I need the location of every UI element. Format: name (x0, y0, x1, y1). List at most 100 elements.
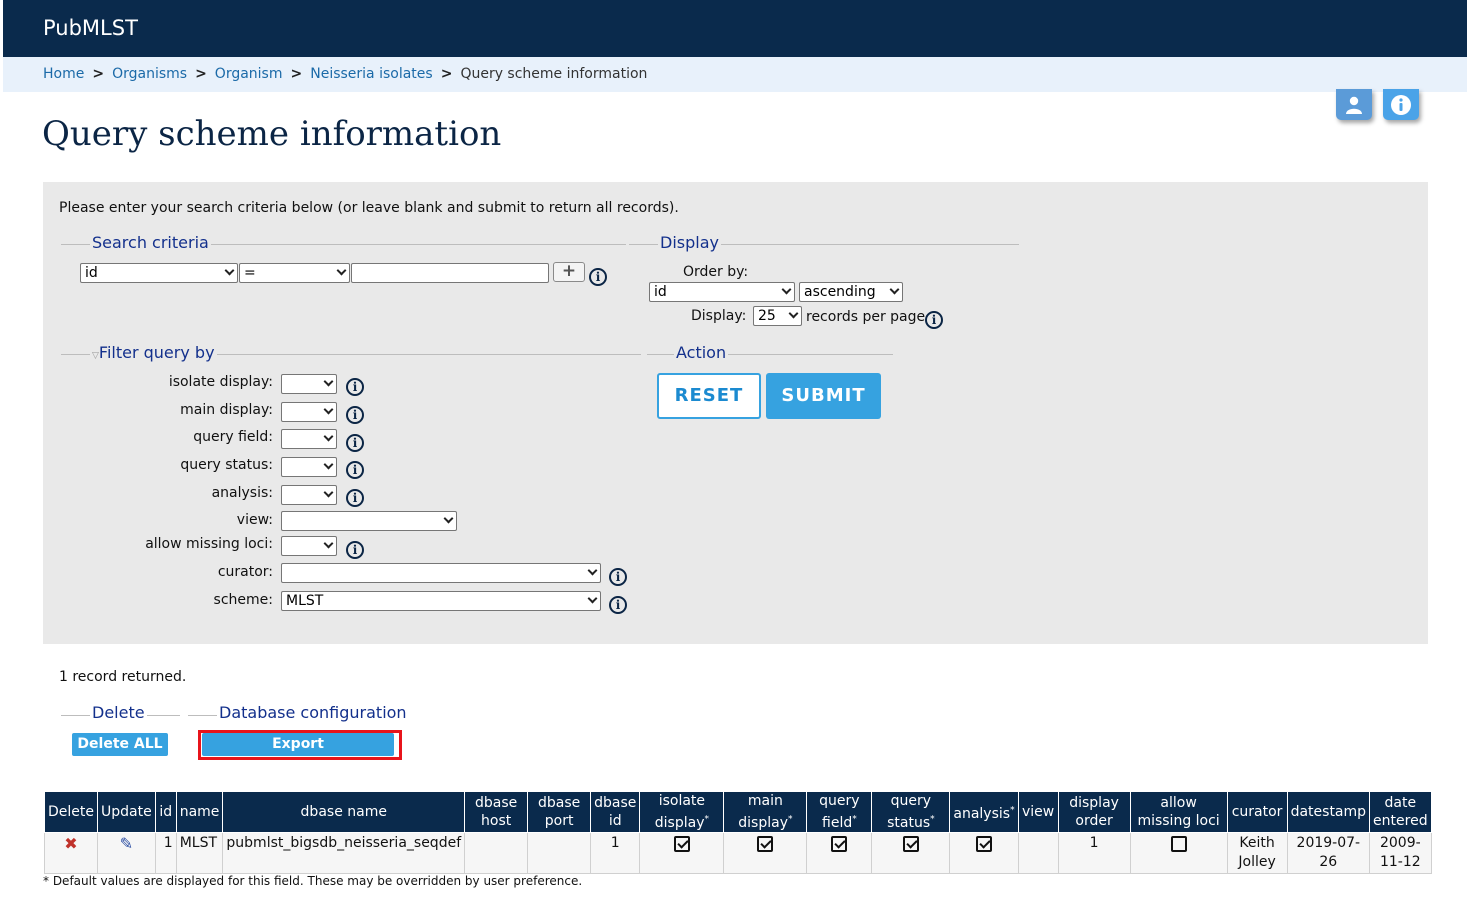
col-dbase-host[interactable]: dbase host (464, 791, 529, 833)
col-name[interactable]: name (175, 791, 224, 833)
col-dbase-port-label: dbase port (537, 794, 581, 829)
breadcrumb-organism[interactable]: Organism (215, 66, 283, 82)
col-dbase-id-label: dbase id (594, 794, 637, 829)
curator-select[interactable] (281, 563, 601, 583)
query-status-cell (871, 831, 951, 874)
col-display-order[interactable]: display order (1057, 791, 1131, 833)
col-id[interactable]: id (154, 791, 177, 833)
col-delete-label: Delete (48, 803, 94, 820)
col-dbase-id[interactable]: dbase id (590, 791, 641, 833)
info-icon[interactable]: i (609, 568, 627, 586)
query-field-select[interactable] (281, 429, 337, 449)
view-select[interactable] (281, 511, 457, 531)
col-query-field[interactable]: query field* (806, 791, 873, 833)
display-count-label: Display: (691, 308, 747, 324)
col-delete[interactable]: Delete (44, 791, 98, 833)
info-icon[interactable]: i (346, 406, 364, 424)
action-legend: Action (674, 343, 729, 362)
search-field-value: id (85, 265, 98, 281)
info-icon (1391, 94, 1411, 115)
delete-legend: Delete (90, 703, 147, 722)
delete-all-button[interactable]: Delete ALL (72, 733, 168, 756)
records-per-page-label: records per page (806, 309, 926, 325)
site-brand[interactable]: PubMLST (43, 16, 138, 40)
allow-missing-loci-cell (1129, 831, 1228, 874)
analysis-select[interactable] (281, 485, 337, 505)
dbase-name-cell: pubmlst_bigsdb_neisseria_seqdef (222, 831, 466, 874)
info-icon[interactable]: i (609, 596, 627, 614)
col-id-label: id (159, 803, 173, 820)
col-dbase-name[interactable]: dbase name (222, 791, 466, 833)
checkbox-checked-icon (902, 835, 919, 852)
chevron-down-icon (336, 265, 347, 276)
col-date-entered-label: date entered (1373, 794, 1428, 829)
info-icon[interactable]: i (346, 378, 364, 396)
dbase-host-cell (464, 831, 529, 874)
page-title: Query scheme information (42, 114, 502, 154)
info-icon[interactable]: i (346, 489, 364, 507)
isolate-display-select[interactable] (281, 374, 337, 394)
breadcrumb-current: Query scheme information (460, 66, 648, 82)
info-button[interactable] (1383, 89, 1419, 120)
col-dbase-host-label: dbase host (474, 794, 518, 829)
info-icon[interactable]: i (346, 461, 364, 479)
search-field-select[interactable]: id (80, 263, 238, 283)
info-icon[interactable]: i (346, 541, 364, 559)
col-main-display[interactable]: main display* (723, 791, 808, 833)
chevron-down-icon (323, 487, 334, 498)
search-value-input[interactable] (351, 263, 549, 283)
add-criteria-button[interactable]: + (553, 262, 585, 282)
col-query-status-label: query status* (887, 793, 935, 831)
query-field-cell (806, 831, 873, 874)
allow-missing-loci-select[interactable] (281, 536, 337, 556)
info-icon[interactable]: i (346, 434, 364, 452)
col-curator[interactable]: curator (1226, 791, 1288, 833)
col-view-label: view (1021, 803, 1055, 820)
info-icon[interactable]: i (925, 311, 943, 329)
reset-button[interactable]: RESET (657, 373, 761, 419)
checkbox-checked-icon (673, 835, 690, 852)
breadcrumb-neisseria-isolates[interactable]: Neisseria isolates (310, 66, 432, 82)
user-button[interactable] (1336, 89, 1372, 120)
form-intro: Please enter your search criteria below … (59, 200, 679, 216)
submit-button[interactable]: SUBMIT (766, 373, 881, 419)
display-legend: Display (658, 233, 721, 252)
col-dbase-name-label: dbase name (300, 803, 387, 820)
delete-icon[interactable]: ✖ (64, 834, 77, 853)
filter-label: query status: (180, 457, 273, 473)
checkbox-checked-icon (757, 835, 774, 852)
col-isolate-display[interactable]: isolate display* (639, 791, 725, 833)
filter-label: main display: (180, 402, 273, 418)
pencil-icon[interactable]: ✎ (120, 834, 133, 853)
top-navbar: PubMLST (3, 0, 1467, 57)
direction-select[interactable]: ascending (799, 282, 903, 302)
isolate-display-cell (639, 831, 725, 874)
col-query-status[interactable]: query status* (871, 791, 951, 833)
col-view[interactable]: view (1017, 791, 1059, 833)
query-status-select[interactable] (281, 457, 337, 477)
col-datestamp[interactable]: datestamp (1286, 791, 1371, 833)
chevron-down-icon (587, 565, 598, 576)
col-analysis[interactable]: analysis* (949, 791, 1019, 833)
records-per-page-select[interactable]: 25 (753, 306, 802, 326)
breadcrumb-home[interactable]: Home (43, 66, 84, 82)
search-operator-value: = (244, 265, 256, 281)
main-display-select[interactable] (281, 402, 337, 422)
chevron-down-icon (323, 538, 334, 549)
filter-legend[interactable]: ▽Filter query by (90, 343, 217, 362)
user-icon (1346, 96, 1362, 114)
col-curator-label: curator (1231, 803, 1283, 820)
col-allow-missing-loci[interactable]: allow missing loci (1129, 791, 1228, 833)
col-analysis-label: analysis* (953, 805, 1015, 822)
search-operator-select[interactable]: = (239, 263, 350, 283)
col-date-entered[interactable]: date entered (1369, 791, 1432, 833)
col-update[interactable]: Update (97, 791, 156, 833)
breadcrumb-separator: > (440, 66, 453, 82)
scheme-select[interactable]: MLST (281, 591, 601, 611)
scheme-value: MLST (286, 593, 324, 609)
order-by-select[interactable]: id (649, 282, 795, 302)
info-icon[interactable]: i (589, 268, 607, 286)
breadcrumb-organisms[interactable]: Organisms (112, 66, 187, 82)
col-dbase-port[interactable]: dbase port (527, 791, 592, 833)
results-table: Delete Update id name dbase name dbase h… (44, 791, 1432, 874)
